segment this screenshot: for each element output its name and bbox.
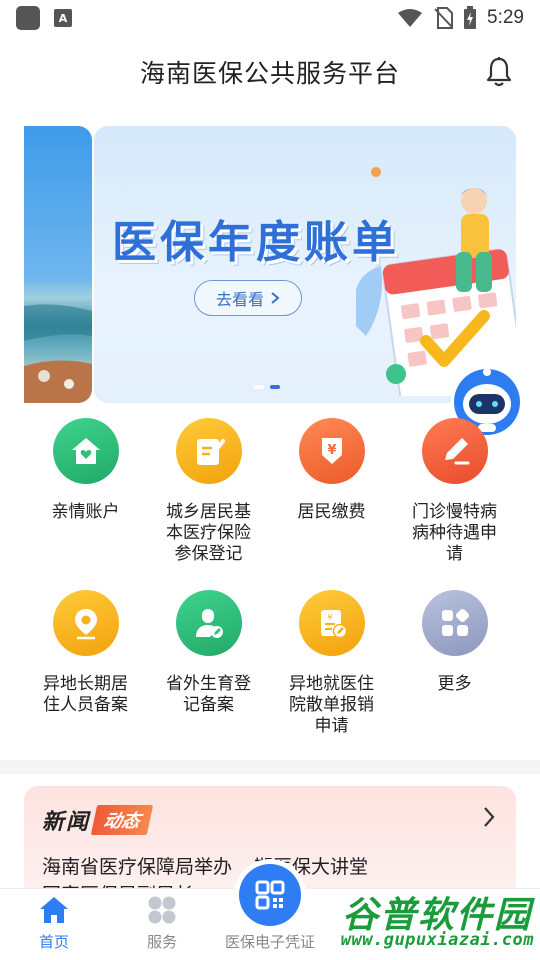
svg-text:¥: ¥ — [327, 443, 336, 458]
news-item[interactable]: 海南省医疗保障局举办 期医保大讲堂 — [42, 852, 368, 879]
clock: 5:29 — [487, 7, 524, 28]
grid-label: 异地长期居住人员备案 — [43, 674, 128, 715]
banner-prev-slide[interactable] — [24, 126, 92, 403]
bell-icon[interactable] — [484, 56, 514, 88]
tab-service-label: 服务 — [146, 933, 177, 951]
receipt-edit-icon: ¥ — [298, 590, 365, 656]
service-grid-icon — [148, 896, 176, 924]
grid-item-family-account[interactable]: 亲情账户 — [24, 418, 147, 523]
news-heading: 新闻 动态 — [42, 804, 154, 836]
page-title: 海南医保公共服务平台 — [139, 59, 400, 88]
battery-charging-icon — [464, 6, 477, 29]
tab-service[interactable]: 服务 — [108, 895, 216, 952]
news-title-tag: 动态 — [90, 805, 154, 835]
grid-label: 亲情账户 — [51, 502, 120, 522]
grid-label: 省外生育登记备案 — [166, 674, 251, 715]
tab-home[interactable]: 首页 — [0, 895, 108, 952]
grid-item-long-term-residence-filing[interactable]: 异地长期居住人员备案 — [24, 590, 147, 716]
grid-item-more[interactable]: 更多 — [393, 590, 516, 695]
document-edit-icon — [175, 418, 242, 484]
home-heart-icon — [52, 418, 119, 484]
watermark: 谷普软件园 www.gupuxiazai.com — [300, 882, 540, 960]
news-title-main: 新闻 — [42, 810, 91, 835]
pencil-icon — [421, 418, 488, 484]
banner-go-label: 去看看 — [215, 290, 264, 309]
chevron-right-icon[interactable] — [482, 806, 496, 828]
banner-carousel[interactable]: 医保年度账单 去看看 — [24, 126, 516, 403]
no-sim-icon — [434, 7, 454, 29]
home-icon — [40, 897, 68, 923]
watermark-url: www.gupuxiazai.com — [340, 930, 534, 950]
person-edit-icon — [175, 590, 242, 656]
calendar-illustration — [356, 167, 516, 396]
grid-label: 居民缴费 — [297, 502, 366, 522]
carousel-dot-active — [270, 385, 280, 389]
tab-home-label: 首页 — [38, 933, 69, 951]
grid-item-hospital-reimbursement[interactable]: ¥ 异地就医住院散单报销申请 — [270, 590, 393, 737]
app-header: 海南医保公共服务平台 — [0, 36, 540, 108]
notification-a-icon: A — [54, 9, 72, 27]
qr-code-icon — [255, 880, 285, 910]
grid-label: 异地就医住院散单报销申请 — [289, 674, 374, 736]
grid-label: 更多 — [437, 674, 472, 694]
grid-item-resident-payment[interactable]: ¥ 居民缴费 — [270, 418, 393, 523]
wifi-icon — [398, 9, 423, 27]
carousel-dots — [254, 385, 280, 389]
apps-grid-icon — [421, 590, 488, 656]
notification-app-icon — [16, 6, 40, 30]
yuan-download-icon: ¥ — [298, 418, 365, 484]
grid-item-insurance-registration[interactable]: 城乡居民基本医疗保险参保登记 — [147, 418, 270, 565]
location-pin-icon — [52, 590, 119, 656]
grid-label: 城乡居民基本医疗保险参保登记 — [166, 502, 251, 564]
grid-item-out-of-province-birth-filing[interactable]: 省外生育登记备案 — [147, 590, 270, 716]
chevron-right-icon — [271, 292, 280, 304]
qr-code-button[interactable] — [239, 864, 301, 926]
status-bar: A 5:29 — [0, 0, 540, 36]
section-divider — [0, 760, 540, 774]
grid-item-chronic-disease-application[interactable]: 门诊慢特病病种待遇申请 — [393, 418, 516, 565]
banner-go-button[interactable]: 去看看 — [194, 280, 302, 316]
svg-text:¥: ¥ — [327, 613, 332, 622]
carousel-dot — [254, 385, 264, 389]
grid-label: 门诊慢特病病种待遇申请 — [412, 502, 497, 564]
news-item-text: 海南省医疗保障局举办 — [42, 856, 233, 878]
